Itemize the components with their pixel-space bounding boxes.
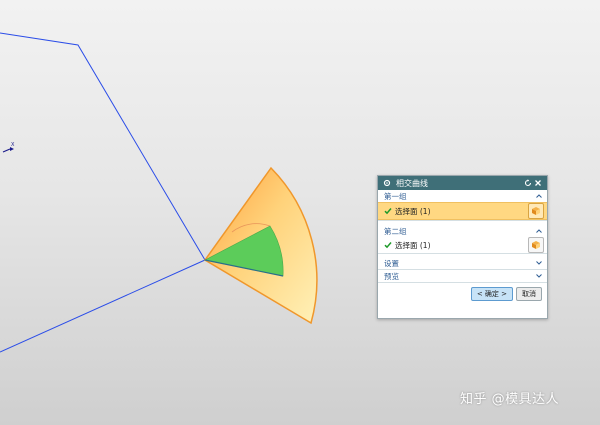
cancel-button[interactable]: 取消 (516, 287, 542, 301)
group2-header[interactable]: 第二组 (378, 225, 547, 237)
chevron-down-icon[interactable] (535, 259, 543, 267)
intersect-curve-dialog: 相交曲线 第一组 选择面 (1) 第二组 选择面 (1) 设置 预览 < 确定 … (377, 175, 548, 319)
group1-select-face-row[interactable]: 选择面 (1) (378, 202, 547, 220)
preview-label: 预览 (384, 271, 399, 281)
chevron-up-icon[interactable] (535, 227, 543, 235)
settings-label: 设置 (384, 258, 399, 268)
axis-x-label: X (11, 142, 15, 148)
watermark: 知乎 @模具达人 (460, 392, 560, 407)
gear-icon[interactable] (382, 178, 392, 188)
reset-icon[interactable] (523, 178, 533, 188)
group2-title: 第二组 (384, 226, 407, 236)
ok-button[interactable]: < 确定 > (470, 287, 513, 301)
chevron-up-icon[interactable] (535, 192, 543, 200)
preview-header[interactable]: 预览 (378, 270, 547, 282)
face-select-cube-icon[interactable] (528, 203, 544, 219)
group2-row-label: 选择面 (1) (395, 240, 431, 250)
sketch-curve[interactable] (0, 32, 206, 261)
check-icon (384, 208, 392, 215)
group1-header[interactable]: 第一组 (378, 190, 547, 202)
settings-header[interactable]: 设置 (378, 257, 547, 269)
check-icon (384, 242, 392, 249)
close-icon[interactable] (533, 178, 543, 188)
preview-section: 预览 (378, 270, 547, 283)
group1-title: 第一组 (384, 191, 407, 201)
chevron-down-icon[interactable] (535, 272, 543, 280)
group2-section: 第二组 选择面 (1) (378, 225, 547, 254)
dialog-title-bar[interactable]: 相交曲线 (378, 176, 547, 190)
settings-section: 设置 (378, 257, 547, 270)
dialog-title: 相交曲线 (396, 178, 428, 188)
face-select-cube-icon[interactable] (528, 237, 544, 253)
group1-row-label: 选择面 (1) (395, 206, 431, 216)
group1-section: 第一组 选择面 (1) (378, 190, 547, 221)
sketch-line[interactable] (0, 259, 206, 353)
group2-select-face-row[interactable]: 选择面 (1) (378, 237, 547, 253)
dialog-footer: < 确定 > 取消 (378, 283, 547, 301)
axis-triad: X (2, 142, 15, 153)
